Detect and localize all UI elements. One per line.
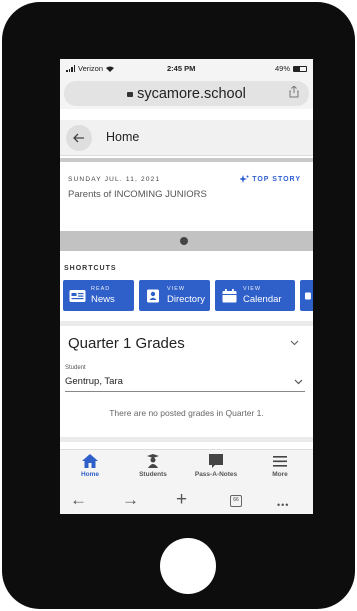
shortcut-more-partial[interactable] — [300, 280, 313, 311]
sparkle-icon — [240, 175, 249, 183]
share-icon[interactable] — [289, 86, 299, 98]
story-date: SUNDAY JUL. 11, 2021 — [68, 176, 161, 183]
shortcut-news[interactable]: READ News — [63, 280, 134, 311]
browser-nav-bar: ← → + 66 ••• — [60, 487, 313, 514]
grades-title: Quarter 1 Grades — [68, 335, 185, 352]
bottom-tab-bar: Home Students Pass-A-Notes More — [60, 449, 313, 487]
browser-back-button[interactable]: ← — [70, 490, 87, 510]
news-icon — [69, 289, 86, 302]
shortcut-calendar[interactable]: VIEW Calendar — [215, 280, 295, 311]
page-title: Home — [106, 130, 140, 144]
shortcut-directory-action: VIEW — [167, 286, 186, 292]
battery-icon — [293, 65, 307, 72]
section-divider — [60, 158, 313, 162]
story-title[interactable]: Parents of INCOMING JUNIORS — [68, 189, 207, 200]
notes-icon — [209, 454, 223, 468]
lock-icon — [127, 92, 134, 97]
chevron-down-icon[interactable] — [290, 340, 299, 346]
student-value: Gentrup, Tara — [65, 376, 123, 387]
carrier-info: Verizon — [66, 64, 115, 73]
shortcuts-label: SHORTCUTS — [64, 265, 117, 272]
status-time: 2:45 PM — [167, 64, 196, 73]
address-bar[interactable]: sycamore.school — [64, 81, 309, 106]
menu-icon — [273, 456, 287, 467]
battery-status: 49% — [275, 64, 307, 73]
student-select[interactable]: Gentrup, Tara — [65, 374, 305, 392]
calendar-icon — [222, 288, 237, 302]
tab-home-label: Home — [80, 471, 100, 478]
section-divider — [60, 321, 313, 326]
empty-grades-message: There are no posted grades in Quarter 1. — [109, 408, 264, 418]
tab-more[interactable]: More — [250, 454, 310, 478]
document-icon — [305, 291, 311, 300]
shortcut-calendar-action: VIEW — [243, 286, 262, 292]
tab-pass-a-notes-label: Pass-A-Notes — [194, 471, 238, 478]
tab-students-label: Students — [139, 471, 167, 478]
tab-more-label: More — [272, 471, 288, 478]
students-icon — [147, 454, 159, 468]
url-text: sycamore.school — [137, 85, 246, 102]
signal-icon — [66, 65, 75, 72]
home-button[interactable] — [160, 538, 216, 594]
student-label: Student — [65, 365, 86, 371]
tabs-count-button[interactable]: 66 — [230, 495, 242, 507]
phone-frame: Verizon 2:45 PM 49% sycamore.school Home… — [2, 2, 355, 609]
home-icon — [82, 454, 98, 468]
more-options-button[interactable]: ••• — [277, 495, 289, 514]
tab-home[interactable]: Home — [60, 454, 120, 478]
top-story-link[interactable]: TOP STORY — [240, 175, 301, 183]
chevron-down-icon — [294, 379, 303, 385]
browser-forward-button[interactable]: → — [122, 490, 139, 510]
shortcut-directory[interactable]: VIEW Directory — [139, 280, 210, 311]
wifi-icon — [106, 66, 115, 72]
status-bar: Verizon 2:45 PM 49% — [60, 59, 313, 79]
carrier-name: Verizon — [78, 64, 104, 73]
carousel-dot[interactable] — [180, 237, 188, 245]
shortcut-news-label: News — [91, 293, 115, 305]
arrow-left-icon — [73, 133, 84, 143]
section-divider — [60, 437, 313, 442]
battery-percent: 49% — [274, 64, 290, 73]
app-header: Home — [60, 120, 313, 156]
top-story-label: TOP STORY — [252, 175, 301, 183]
directory-icon — [147, 289, 159, 302]
phone-screen: Verizon 2:45 PM 49% sycamore.school Home… — [60, 59, 313, 514]
tab-pass-a-notes[interactable]: Pass-A-Notes — [186, 454, 246, 478]
new-tab-button[interactable]: + — [176, 490, 187, 510]
carousel-pager — [60, 231, 313, 251]
tab-students[interactable]: Students — [123, 454, 183, 478]
shortcut-news-action: READ — [91, 286, 111, 292]
back-button[interactable] — [66, 125, 92, 151]
shortcut-directory-label: Directory — [167, 293, 206, 305]
shortcut-calendar-label: Calendar — [243, 293, 282, 305]
